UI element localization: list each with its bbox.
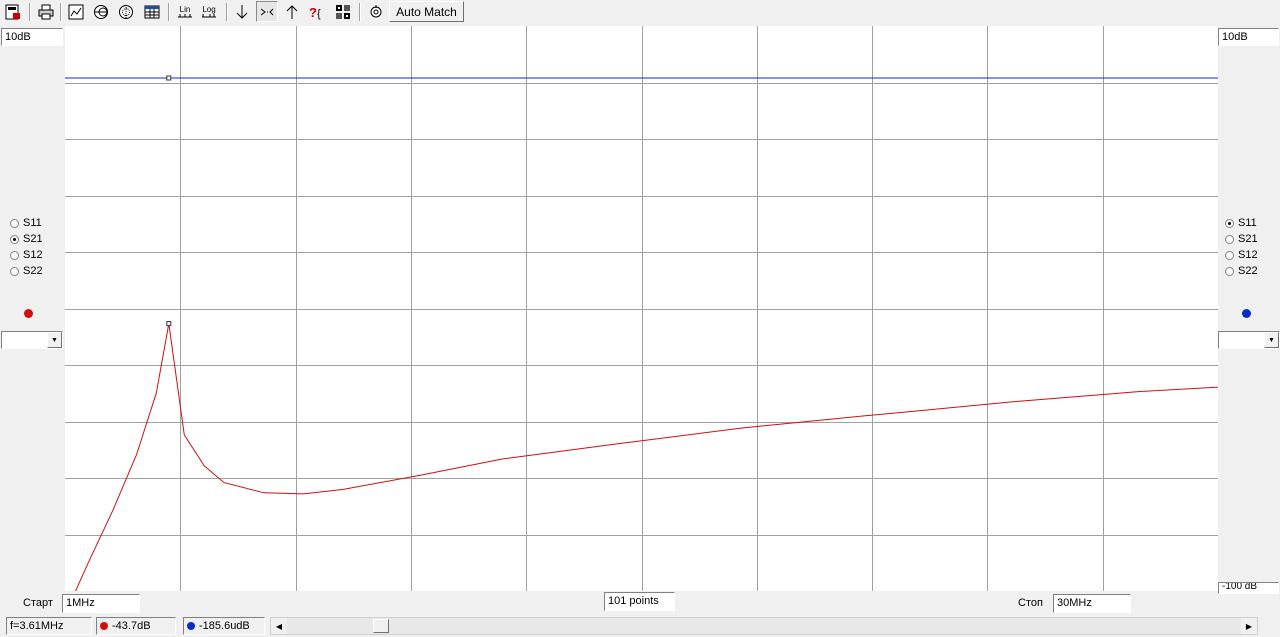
left-param-group: S11 S21 S12 S22 [0, 215, 60, 279]
radio-icon [1225, 266, 1234, 276]
toolbar: Lin Log ?{ Auto Match [0, 0, 1280, 24]
chart-view-icon[interactable] [65, 1, 87, 22]
plot-area[interactable] [64, 26, 1219, 615]
status-s21-marker: -43.7dB [96, 617, 176, 635]
left-param-s21[interactable]: S21 [0, 231, 60, 247]
right-param-s11[interactable]: S11 [1215, 215, 1275, 231]
red-dot-icon [100, 622, 108, 630]
zoom-in-icon[interactable] [256, 1, 278, 22]
toolbar-separator [60, 3, 62, 21]
marker-up-icon[interactable] [281, 1, 303, 22]
right-trace-color-icon [1242, 309, 1251, 318]
radio-icon [1225, 250, 1234, 260]
status-s11-marker: -185.6udB [183, 617, 265, 635]
settings-icon[interactable] [365, 1, 387, 22]
radio-icon [10, 266, 19, 276]
left-trace-color-icon [24, 309, 33, 318]
print-icon[interactable] [35, 1, 57, 22]
right-param-s21[interactable]: S21 [1215, 231, 1275, 247]
right-trace-select[interactable]: ▼ [1218, 331, 1280, 349]
left-scale-field[interactable]: 10dB [1, 28, 63, 46]
chevron-down-icon[interactable]: ▼ [47, 332, 62, 348]
points-field[interactable]: 101 points [604, 592, 675, 611]
scroll-left-icon[interactable]: ◀ [271, 618, 287, 634]
blue-dot-icon [187, 622, 195, 630]
status-frequency: f=3.61MHz [6, 617, 92, 635]
left-param-s11[interactable]: S11 [0, 215, 60, 231]
help-icon[interactable]: ?{ [306, 1, 328, 22]
trace-s21 [64, 323, 1219, 615]
toolbar-separator [359, 3, 361, 21]
chevron-down-icon[interactable]: ▼ [1264, 332, 1279, 348]
start-frequency-field[interactable]: 1MHz [62, 594, 140, 613]
radio-icon [10, 218, 19, 228]
table-view-icon[interactable] [141, 1, 163, 22]
polar-chart-icon[interactable] [115, 1, 137, 22]
left-param-s12[interactable]: S12 [0, 247, 60, 263]
left-trace-select[interactable]: ▼ [1, 331, 63, 349]
s-parameter-chart [64, 26, 1219, 615]
radio-icon [1225, 234, 1234, 244]
log-scale-icon[interactable]: Log [198, 1, 220, 22]
lin-scale-label: Lin [179, 4, 191, 14]
radio-selected-icon [1225, 218, 1234, 228]
right-bottom-scale-field[interactable]: -100 dB [1218, 582, 1279, 594]
left-param-s22[interactable]: S22 [0, 263, 60, 279]
smith-chart-icon[interactable] [90, 1, 112, 22]
lin-scale-icon[interactable]: Lin [174, 1, 196, 22]
right-param-s22[interactable]: S22 [1215, 263, 1275, 279]
toolbar-separator [226, 3, 228, 21]
right-scale-field[interactable]: 10dB [1218, 28, 1279, 46]
auto-match-button[interactable]: Auto Match [389, 1, 464, 22]
svg-text:{: { [317, 8, 321, 20]
log-scale-label: Log [202, 4, 216, 14]
toolbar-separator [168, 3, 170, 21]
svg-text:?: ? [309, 5, 317, 20]
right-param-s12[interactable]: S12 [1215, 247, 1275, 263]
stop-frequency-field[interactable]: 30MHz [1053, 594, 1131, 613]
marker-down-icon[interactable] [231, 1, 253, 22]
save-icon[interactable] [2, 1, 24, 22]
radio-selected-icon [10, 234, 19, 244]
frequency-scrollbar[interactable]: ◀ ▶ [270, 617, 1258, 635]
stop-label: Стоп [1018, 597, 1043, 609]
marker-s21 [166, 321, 172, 327]
toolbar-separator [29, 3, 31, 21]
scroll-right-icon[interactable]: ▶ [1241, 618, 1257, 634]
marker-s11 [166, 75, 172, 81]
start-label: Старт [23, 597, 53, 609]
radio-icon [10, 250, 19, 260]
scroll-thumb[interactable] [373, 619, 389, 633]
right-param-group: S11 S21 S12 S22 [1215, 215, 1275, 279]
calibration-icon[interactable] [332, 1, 354, 22]
